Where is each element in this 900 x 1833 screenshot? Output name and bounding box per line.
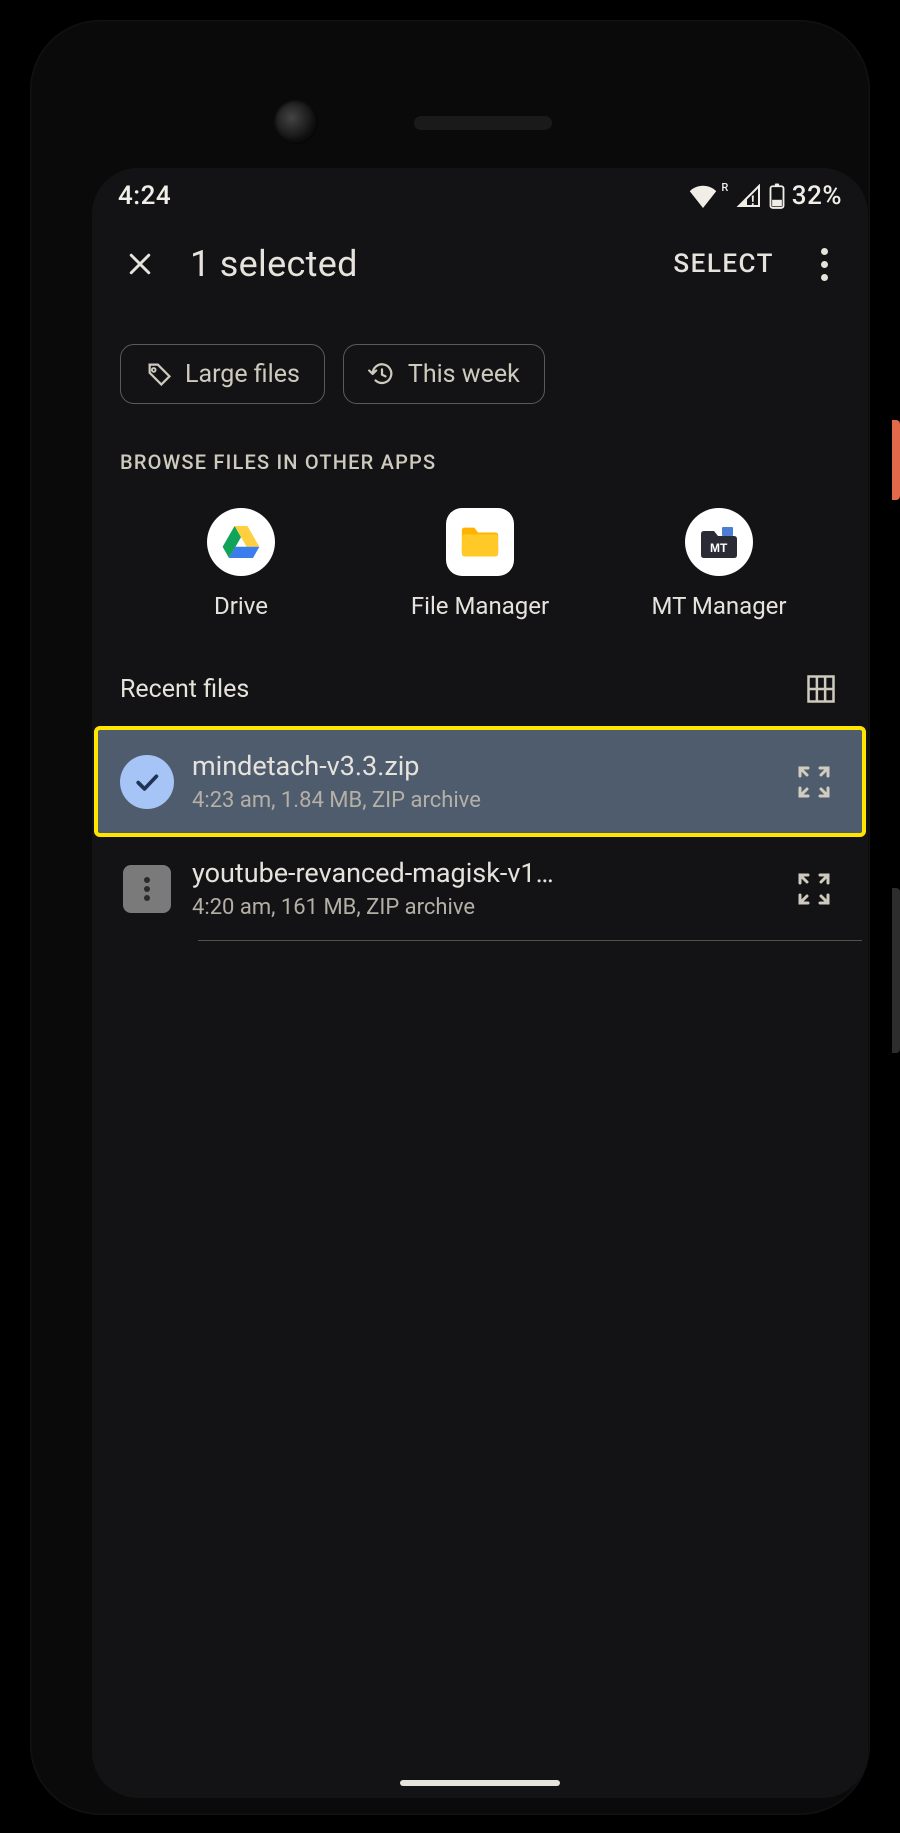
zip-archive-icon — [123, 865, 171, 913]
tag-icon — [145, 360, 173, 388]
more-options-button[interactable] — [798, 238, 850, 290]
expand-icon — [794, 762, 834, 802]
clock: 4:24 — [118, 181, 171, 211]
close-icon — [125, 249, 155, 279]
file-row[interactable]: youtube-revanced-magisk-v1… 4:20 am, 161… — [98, 837, 862, 940]
close-button[interactable] — [114, 238, 166, 290]
drive-icon — [207, 508, 275, 576]
browse-section-label: BROWSE FILES IN OTHER APPS — [92, 420, 868, 494]
chip-label: This week — [408, 360, 520, 389]
file-list: mindetach-v3.3.zip 4:23 am, 1.84 MB, ZIP… — [92, 726, 868, 941]
power-button[interactable] — [892, 420, 900, 500]
status-indicators: R ! 32% — [688, 181, 842, 211]
filter-chips: Large files This week — [92, 304, 868, 420]
chip-label: Large files — [185, 360, 300, 389]
chip-this-week[interactable]: This week — [343, 344, 545, 404]
file-meta: 4:20 am, 161 MB, ZIP archive — [192, 895, 770, 920]
browse-app-mtmanager[interactable]: MT MT Manager — [619, 508, 819, 620]
volume-button[interactable] — [892, 888, 900, 1053]
view-toggle-button[interactable] — [802, 670, 840, 708]
roaming-indicator: R — [721, 181, 728, 194]
battery-icon — [769, 183, 785, 209]
app-label: File Manager — [411, 592, 549, 620]
appbar: 1 selected SELECT — [92, 224, 868, 304]
mt-manager-icon: MT — [685, 508, 753, 576]
battery-label: 32% — [792, 181, 842, 211]
front-camera — [274, 100, 318, 144]
expand-icon — [794, 869, 834, 909]
selected-check-icon — [120, 755, 174, 809]
browse-apps-row: Drive File Manager MT MT Manager — [92, 494, 868, 644]
open-fullscreen-button[interactable] — [788, 863, 840, 915]
list-divider — [198, 940, 862, 941]
earpiece-speaker — [414, 116, 552, 130]
chip-large-files[interactable]: Large files — [120, 344, 325, 404]
file-manager-icon — [446, 508, 514, 576]
browse-app-drive[interactable]: Drive — [141, 508, 341, 620]
grid-view-icon — [806, 674, 836, 704]
phone-frame: 4:24 R ! 32% 1 selected SELECT La — [30, 20, 870, 1815]
recent-header: Recent files — [92, 644, 868, 726]
app-label: MT Manager — [651, 592, 786, 620]
open-fullscreen-button[interactable] — [788, 756, 840, 808]
svg-text:!: ! — [751, 194, 755, 208]
browse-app-filemanager[interactable]: File Manager — [380, 508, 580, 620]
statusbar: 4:24 R ! 32% — [92, 168, 868, 224]
history-icon — [368, 360, 396, 388]
appbar-title: 1 selected — [190, 243, 358, 285]
screen: 4:24 R ! 32% 1 selected SELECT La — [92, 168, 868, 1798]
select-button[interactable]: SELECT — [665, 237, 782, 291]
gesture-nav-handle[interactable] — [400, 1780, 560, 1786]
more-vertical-icon — [821, 248, 828, 281]
file-name: youtube-revanced-magisk-v1… — [192, 857, 770, 889]
svg-text:MT: MT — [710, 541, 728, 555]
wifi-icon — [688, 184, 718, 208]
file-name: mindetach-v3.3.zip — [192, 750, 770, 782]
app-label: Drive — [214, 592, 268, 620]
file-row-selected[interactable]: mindetach-v3.3.zip 4:23 am, 1.84 MB, ZIP… — [94, 726, 866, 837]
recent-title: Recent files — [120, 675, 249, 704]
cellular-icon: ! — [736, 184, 762, 208]
file-meta: 4:23 am, 1.84 MB, ZIP archive — [192, 788, 770, 813]
